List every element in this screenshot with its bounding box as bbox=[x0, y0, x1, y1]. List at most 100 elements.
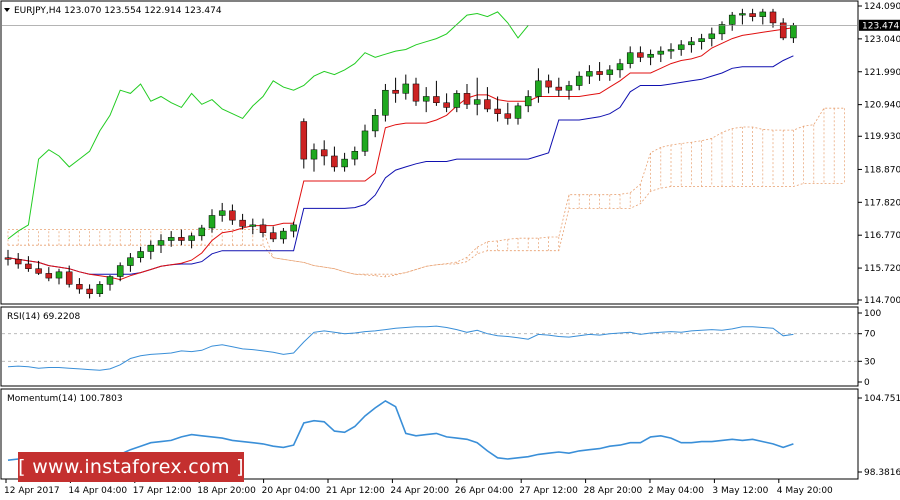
bull-candle bbox=[157, 240, 165, 246]
price-tick-label: 118.870 bbox=[864, 165, 900, 175]
bull-candle bbox=[535, 80, 542, 97]
kijun-sen-line bbox=[7, 55, 794, 275]
momentum-level-label: 104.7515 bbox=[864, 394, 900, 404]
bull-candle bbox=[473, 99, 481, 105]
bear-candle bbox=[269, 232, 277, 240]
price-tick-label: 120.940 bbox=[864, 101, 900, 111]
bear-candle bbox=[555, 86, 563, 91]
bull-candle bbox=[698, 38, 705, 42]
time-tick-label: 17 Apr 12:00 bbox=[133, 486, 192, 496]
momentum-header: Momentum(14) 100.7803 bbox=[7, 394, 123, 404]
bull-candle bbox=[657, 50, 665, 55]
bull-candle bbox=[739, 13, 746, 16]
symbol-header-text: EURJPY,H4 123.070 123.554 122.914 123.47… bbox=[14, 6, 222, 16]
bull-candle bbox=[759, 11, 767, 17]
candlesticks bbox=[4, 8, 797, 299]
bull-candle bbox=[514, 105, 522, 119]
time-tick-label: 4 May 20:00 bbox=[777, 486, 833, 496]
bull-candle bbox=[127, 257, 134, 266]
bear-candle bbox=[76, 284, 83, 290]
bull-candle bbox=[280, 230, 287, 240]
rsi-level-label: 30 bbox=[864, 357, 876, 367]
senkou-span-a bbox=[8, 107, 845, 278]
dropdown-triangle-icon bbox=[4, 8, 10, 12]
bull-candle bbox=[167, 237, 175, 241]
rsi-line bbox=[7, 325, 794, 371]
bull-candle bbox=[341, 158, 348, 168]
bull-candle bbox=[586, 71, 593, 77]
time-tick-label: 28 Apr 20:00 bbox=[584, 486, 643, 496]
chikou-span-line bbox=[7, 11, 529, 240]
bull-candle bbox=[667, 49, 675, 52]
bull-candle bbox=[524, 96, 532, 107]
bull-candle bbox=[708, 33, 716, 39]
bull-candle bbox=[249, 224, 257, 227]
time-tick-label: 20 Apr 04:00 bbox=[262, 486, 321, 496]
bull-candle bbox=[55, 271, 63, 279]
last-price-label: 123.474 bbox=[862, 21, 899, 31]
bull-candle bbox=[106, 276, 114, 285]
price-tick-label: 119.930 bbox=[864, 132, 900, 142]
bull-candle bbox=[96, 284, 104, 294]
bear-candle bbox=[637, 52, 644, 58]
rsi-level-label: 70 bbox=[864, 330, 876, 340]
bear-candle bbox=[86, 288, 93, 294]
time-tick-label: 27 Apr 12:00 bbox=[519, 486, 578, 496]
bear-candle bbox=[504, 113, 512, 119]
bear-candle bbox=[596, 71, 603, 75]
bull-candle bbox=[790, 25, 797, 39]
bear-candle bbox=[239, 219, 246, 227]
bear-candle bbox=[65, 271, 73, 285]
bull-candle bbox=[382, 89, 389, 116]
time-tick-label: 21 Apr 12:00 bbox=[326, 486, 385, 496]
bear-candle bbox=[300, 121, 308, 160]
bull-candle bbox=[351, 151, 359, 160]
bear-candle bbox=[259, 224, 267, 233]
price-tick-label: 121.990 bbox=[864, 68, 900, 78]
time-tick-label: 18 Apr 20:00 bbox=[197, 486, 256, 496]
price-tick-label: 114.700 bbox=[864, 296, 900, 306]
bull-candle bbox=[616, 63, 624, 71]
ichimoku-lines bbox=[7, 11, 794, 281]
time-tick-label: 26 Apr 04:00 bbox=[455, 486, 514, 496]
bull-candle bbox=[402, 83, 410, 94]
bear-candle bbox=[392, 89, 399, 94]
bear-candle bbox=[749, 13, 756, 17]
bear-candle bbox=[320, 149, 328, 157]
time-tick-label: 24 Apr 20:00 bbox=[390, 486, 449, 496]
bear-candle bbox=[433, 96, 440, 103]
rsi-indicator: RSI(14) 69.2208 100 70 30 0 bbox=[2, 309, 881, 388]
bear-candle bbox=[14, 259, 22, 265]
symbol-header: EURJPY,H4 123.070 123.554 122.914 123.47… bbox=[4, 6, 222, 16]
bull-candle bbox=[565, 85, 573, 91]
bull-candle bbox=[290, 224, 297, 232]
bull-candle bbox=[453, 93, 461, 108]
bear-candle bbox=[412, 83, 420, 102]
bull-candle bbox=[728, 14, 736, 25]
bull-candle bbox=[422, 96, 430, 102]
rsi-level-label: 0 bbox=[864, 378, 870, 388]
bull-candle bbox=[626, 52, 634, 64]
price-tick-label: 117.820 bbox=[864, 198, 900, 208]
bull-candle bbox=[188, 235, 195, 241]
bear-candle bbox=[463, 93, 471, 105]
bear-candle bbox=[494, 108, 501, 114]
bull-candle bbox=[147, 244, 155, 252]
bear-candle bbox=[229, 210, 236, 221]
price-tick-label: 123.040 bbox=[864, 35, 900, 45]
price-tick-label: 115.720 bbox=[864, 264, 900, 274]
bear-candle bbox=[25, 263, 32, 269]
time-tick-label: 2 May 04:00 bbox=[648, 486, 704, 496]
chart-canvas: 124.090 123.040 121.990 120.940 119.930 118.8… bbox=[0, 0, 900, 496]
bull-candle bbox=[688, 41, 695, 46]
bull-candle bbox=[575, 75, 583, 86]
time-tick-label: 14 Apr 04:00 bbox=[68, 486, 127, 496]
bear-candle bbox=[545, 80, 552, 88]
bear-candle bbox=[45, 273, 53, 279]
ichimoku-cloud bbox=[7, 107, 845, 278]
price-axis: 124.090 123.040 121.990 120.940 119.930 118.8… bbox=[858, 2, 900, 306]
bear-candle bbox=[769, 11, 777, 24]
tenkan-sen-line bbox=[7, 27, 794, 281]
bull-candle bbox=[198, 227, 206, 237]
bear-candle bbox=[331, 155, 338, 168]
